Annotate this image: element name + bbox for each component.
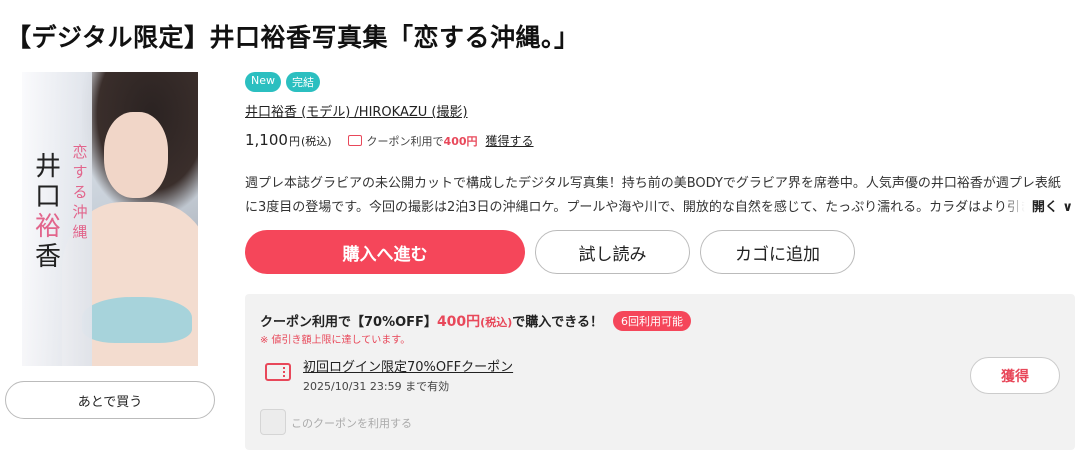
cover-image[interactable]: 井 口 裕 香 恋する沖縄 — [22, 72, 198, 366]
expand-description-button[interactable]: 開く ∨ — [1003, 196, 1073, 220]
new-badge: New — [245, 72, 281, 92]
use-coupon-checkbox[interactable] — [260, 409, 286, 435]
coupon-validity: 2025/10/31 23:59 まで有効 — [303, 380, 450, 393]
coupon-head-prefix: クーポン利用で【70%OFF】 — [260, 315, 437, 330]
coupon-price: 400円 — [443, 135, 478, 148]
buy-later-button[interactable]: あとで買う — [5, 381, 215, 419]
product-title: 【デジタル限定】井口裕香写真集「恋する沖縄。」 — [6, 23, 580, 52]
description-line: に3度目の登場です。今回の撮影は2泊3日の沖縄ロケ。プールや海や川で、開放的な自… — [245, 200, 1046, 215]
cover-model-name: 井 口 裕 香 — [34, 152, 61, 272]
proceed-to-purchase-button[interactable]: 購入へ進む — [245, 230, 525, 274]
tax-label: (税込) — [300, 135, 332, 148]
price-value: 1,100 — [245, 131, 288, 149]
description-line: 週プレ本誌グラビアの未公開カットで構成したデジタル写真集！持ち前の美BODYでグ… — [245, 176, 1061, 191]
completed-badge: 完結 — [286, 72, 320, 92]
price-row: 1,100 円 (税込) クーポン利用で 400円 獲得する — [245, 131, 534, 149]
coupon-uses-badge: 6回利用可能 — [612, 311, 691, 331]
coupon-head-suffix: で購入できる！ — [512, 315, 603, 330]
coupon-panel: クーポン利用で【70%OFF】 400円 (税込) で購入できる！ 6回利用可能 ※ … — [245, 294, 1075, 450]
get-coupon-link[interactable]: 獲得する — [486, 132, 534, 149]
coupon-text: クーポン利用で — [366, 135, 444, 148]
coupon-head-tax: (税込) — [480, 316, 513, 329]
badge-group: New 完結 — [245, 72, 320, 92]
coupon-icon — [347, 135, 362, 146]
description-line-wrap: に3度目の登場です。今回の撮影は2泊3日の沖縄ロケ。プールや海や川で、開放的な自… — [245, 196, 1073, 220]
add-to-cart-button[interactable]: カゴに追加 — [700, 230, 855, 274]
cover-face-shape — [104, 112, 168, 198]
cover-swimwear-shape — [82, 297, 192, 343]
coupon-name-link[interactable]: 初回ログイン限定70%OFFクーポン — [303, 356, 513, 375]
sample-read-button[interactable]: 試し読み — [535, 230, 690, 274]
coupon-head-price: 400円 — [436, 314, 481, 330]
coupon-headline: クーポン利用で【70%OFF】 400円 (税込) で購入できる！ 6回利用可能 — [260, 311, 691, 332]
get-coupon-button[interactable]: 獲得 — [970, 357, 1060, 394]
ticket-icon — [265, 363, 291, 381]
author-link[interactable]: 井口裕香 (モデル) /HIROKAZU (撮影) — [245, 101, 468, 120]
coupon-limit-note: ※ 値引き額上限に達しています。 — [260, 335, 411, 346]
cover-title-text: 恋する沖縄 — [72, 143, 88, 241]
price-unit: 円 — [288, 135, 300, 148]
use-coupon-label: このクーポンを利用する — [291, 417, 412, 430]
product-description: 週プレ本誌グラビアの未公開カットで構成したデジタル写真集！持ち前の美BODYでグ… — [245, 172, 1073, 220]
